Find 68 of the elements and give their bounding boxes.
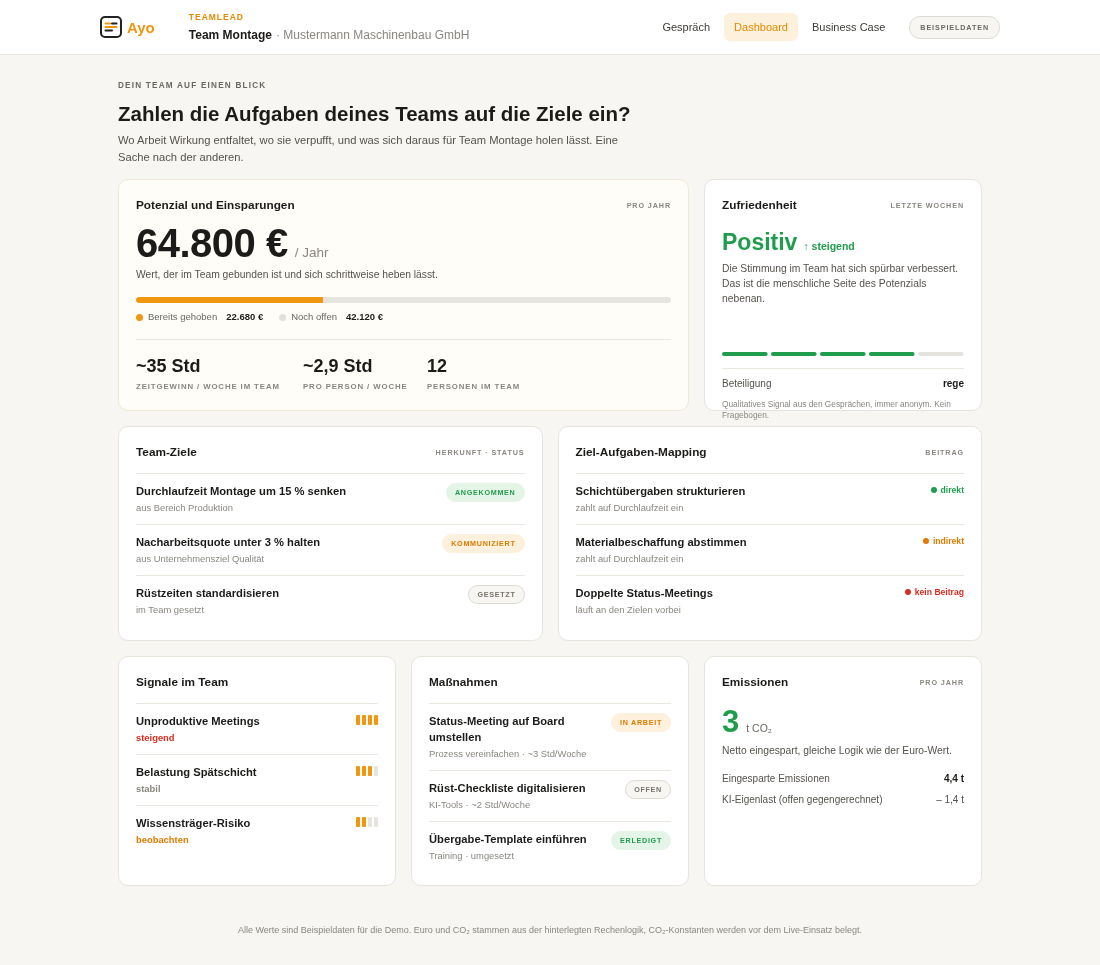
- signal-trend: stabil: [136, 782, 162, 796]
- participation-label: Beteiligung: [722, 377, 772, 391]
- nav-tab[interactable]: Gespräch: [652, 13, 721, 41]
- signal-title: Belastung Spätschicht: [136, 765, 257, 780]
- contribution-label: kein Beitrag: [914, 586, 964, 598]
- satisfaction-note: Qualitatives Signal aus den Gesprächen, immer anonym. Kein Fragebogen.: [722, 399, 952, 421]
- goal-source: aus Unternehmensziel Qualität: [136, 552, 266, 566]
- task-note: zahlt auf Durchlaufzeit ein: [575, 501, 685, 515]
- mood-description: Die Stimmung im Team hat sich spürbar verbessert. Das ist die menschliche Seite des Potenzials nebenan.: [722, 262, 960, 306]
- legend-label: Noch offen: [291, 310, 337, 324]
- measure-meta: Training · umgesetzt: [429, 849, 516, 863]
- card-title: Emissionen: [722, 674, 789, 690]
- stat-value: ~2,9 Std: [303, 355, 374, 378]
- contribution-label: indirekt: [932, 535, 964, 547]
- emissions-caption: Netto eingespart, gleiche Logik wie der Euro-Wert.: [722, 744, 953, 758]
- goal-source: im Team gesetzt: [136, 603, 206, 617]
- potential-amount: 64.800 €: [136, 221, 288, 265]
- role-label: TEAMLEAD: [188, 11, 245, 23]
- measure-title: Rüst-Checkliste digitalisieren: [429, 781, 586, 796]
- measure-meta: KI-Tools · ~2 Std/Woche: [429, 798, 532, 812]
- goal-source: aus Bereich Produktion: [136, 501, 234, 515]
- card-title: Zufriedenheit: [722, 197, 797, 213]
- card-title: Team-Ziele: [136, 444, 197, 460]
- logo-wordmark: Ayo: [127, 18, 155, 36]
- goal-title: Durchlaufzeit Montage um 15 % senken: [136, 484, 347, 499]
- legend-value: 42.120 €: [345, 310, 383, 324]
- logo-icon: [100, 16, 122, 38]
- signal-trend: steigend: [136, 731, 176, 745]
- goal-title: Nacharbeitsquote unter 3 % halten: [136, 535, 320, 550]
- stat-value: 12: [427, 355, 449, 378]
- stat-value: ~35 Std: [136, 355, 202, 378]
- potential-caption: Wert, der im Team gebunden ist und sich schrittweise heben lässt.: [136, 268, 439, 282]
- signal-trend: beobachten: [136, 833, 190, 847]
- signal-title: Wissensträger-Risiko: [136, 816, 251, 831]
- emissions-unit: t CO₂: [746, 722, 772, 734]
- card-title: Potenzial und Einsparungen: [136, 197, 295, 213]
- legend-value: 22.680 €: [226, 310, 264, 324]
- page-title: Zahlen die Aufgaben deines Teams auf die Ziele ein?: [118, 101, 632, 127]
- intro-text: Wo Arbeit Wirkung entfaltet, wo sie verpufft, und was sich daraus für Team Montage holen lässt. Eine Sache nach der anderen.: [118, 133, 619, 165]
- emissions-row-label: Eingesparte Emissionen: [722, 772, 830, 786]
- emissions-row-value: 4,4 t: [944, 772, 964, 786]
- task-title: Schichtübergaben strukturieren: [575, 484, 746, 499]
- participation-value: rege: [942, 377, 964, 391]
- measure-meta: Prozess vereinfachen · ~3 Std/Woche: [429, 747, 588, 761]
- section-eyebrow: DEIN TEAM AUF EINEN BLICK: [118, 80, 268, 92]
- task-note: zahlt auf Durchlaufzeit ein: [575, 552, 685, 566]
- company-name: · Mustermann Maschinenbau GmbH: [275, 26, 470, 43]
- emissions-row-label: KI-Eigenlast (offen gegengerechnet): [722, 793, 883, 807]
- mood-value: Positiv: [722, 228, 798, 257]
- contribution-label: direkt: [940, 484, 964, 496]
- legend-label: Bereits gehoben: [148, 310, 218, 324]
- task-title: Doppelte Status-Meetings: [575, 586, 713, 601]
- card-title: Maßnahmen: [429, 674, 498, 690]
- measure-title: Status-Meeting auf Board umstellen: [429, 714, 566, 745]
- card-title: Ziel-Aufgaben-Mapping: [575, 444, 707, 460]
- amount-unit: / Jahr: [294, 245, 329, 260]
- emissions-amount: 3: [722, 706, 740, 738]
- mood-trend: ↑ steigend: [803, 240, 855, 252]
- team-name: Team Montage: [188, 26, 272, 43]
- nav-tab[interactable]: Business Case: [801, 13, 896, 41]
- goal-title: Rüstzeiten standardisieren: [136, 586, 279, 601]
- emissions-row-value: – 1,4 t: [936, 793, 964, 807]
- signal-title: Unproduktive Meetings: [136, 714, 260, 729]
- card-title: Signale im Team: [136, 674, 229, 690]
- task-title: Materialbeschaffung abstimmen: [575, 535, 747, 550]
- footer-note: Alle Werte sind Beispieldaten für die Demo. Euro und CO₂ stammen aus der hinterlegten Rechenlogik, CO₂-Konstanten werden vor dem Live-Einsatz belegt.: [236, 924, 864, 936]
- task-note: läuft an den Zielen vorbei: [575, 603, 682, 617]
- measure-title: Übergabe-Template einführen: [429, 832, 587, 847]
